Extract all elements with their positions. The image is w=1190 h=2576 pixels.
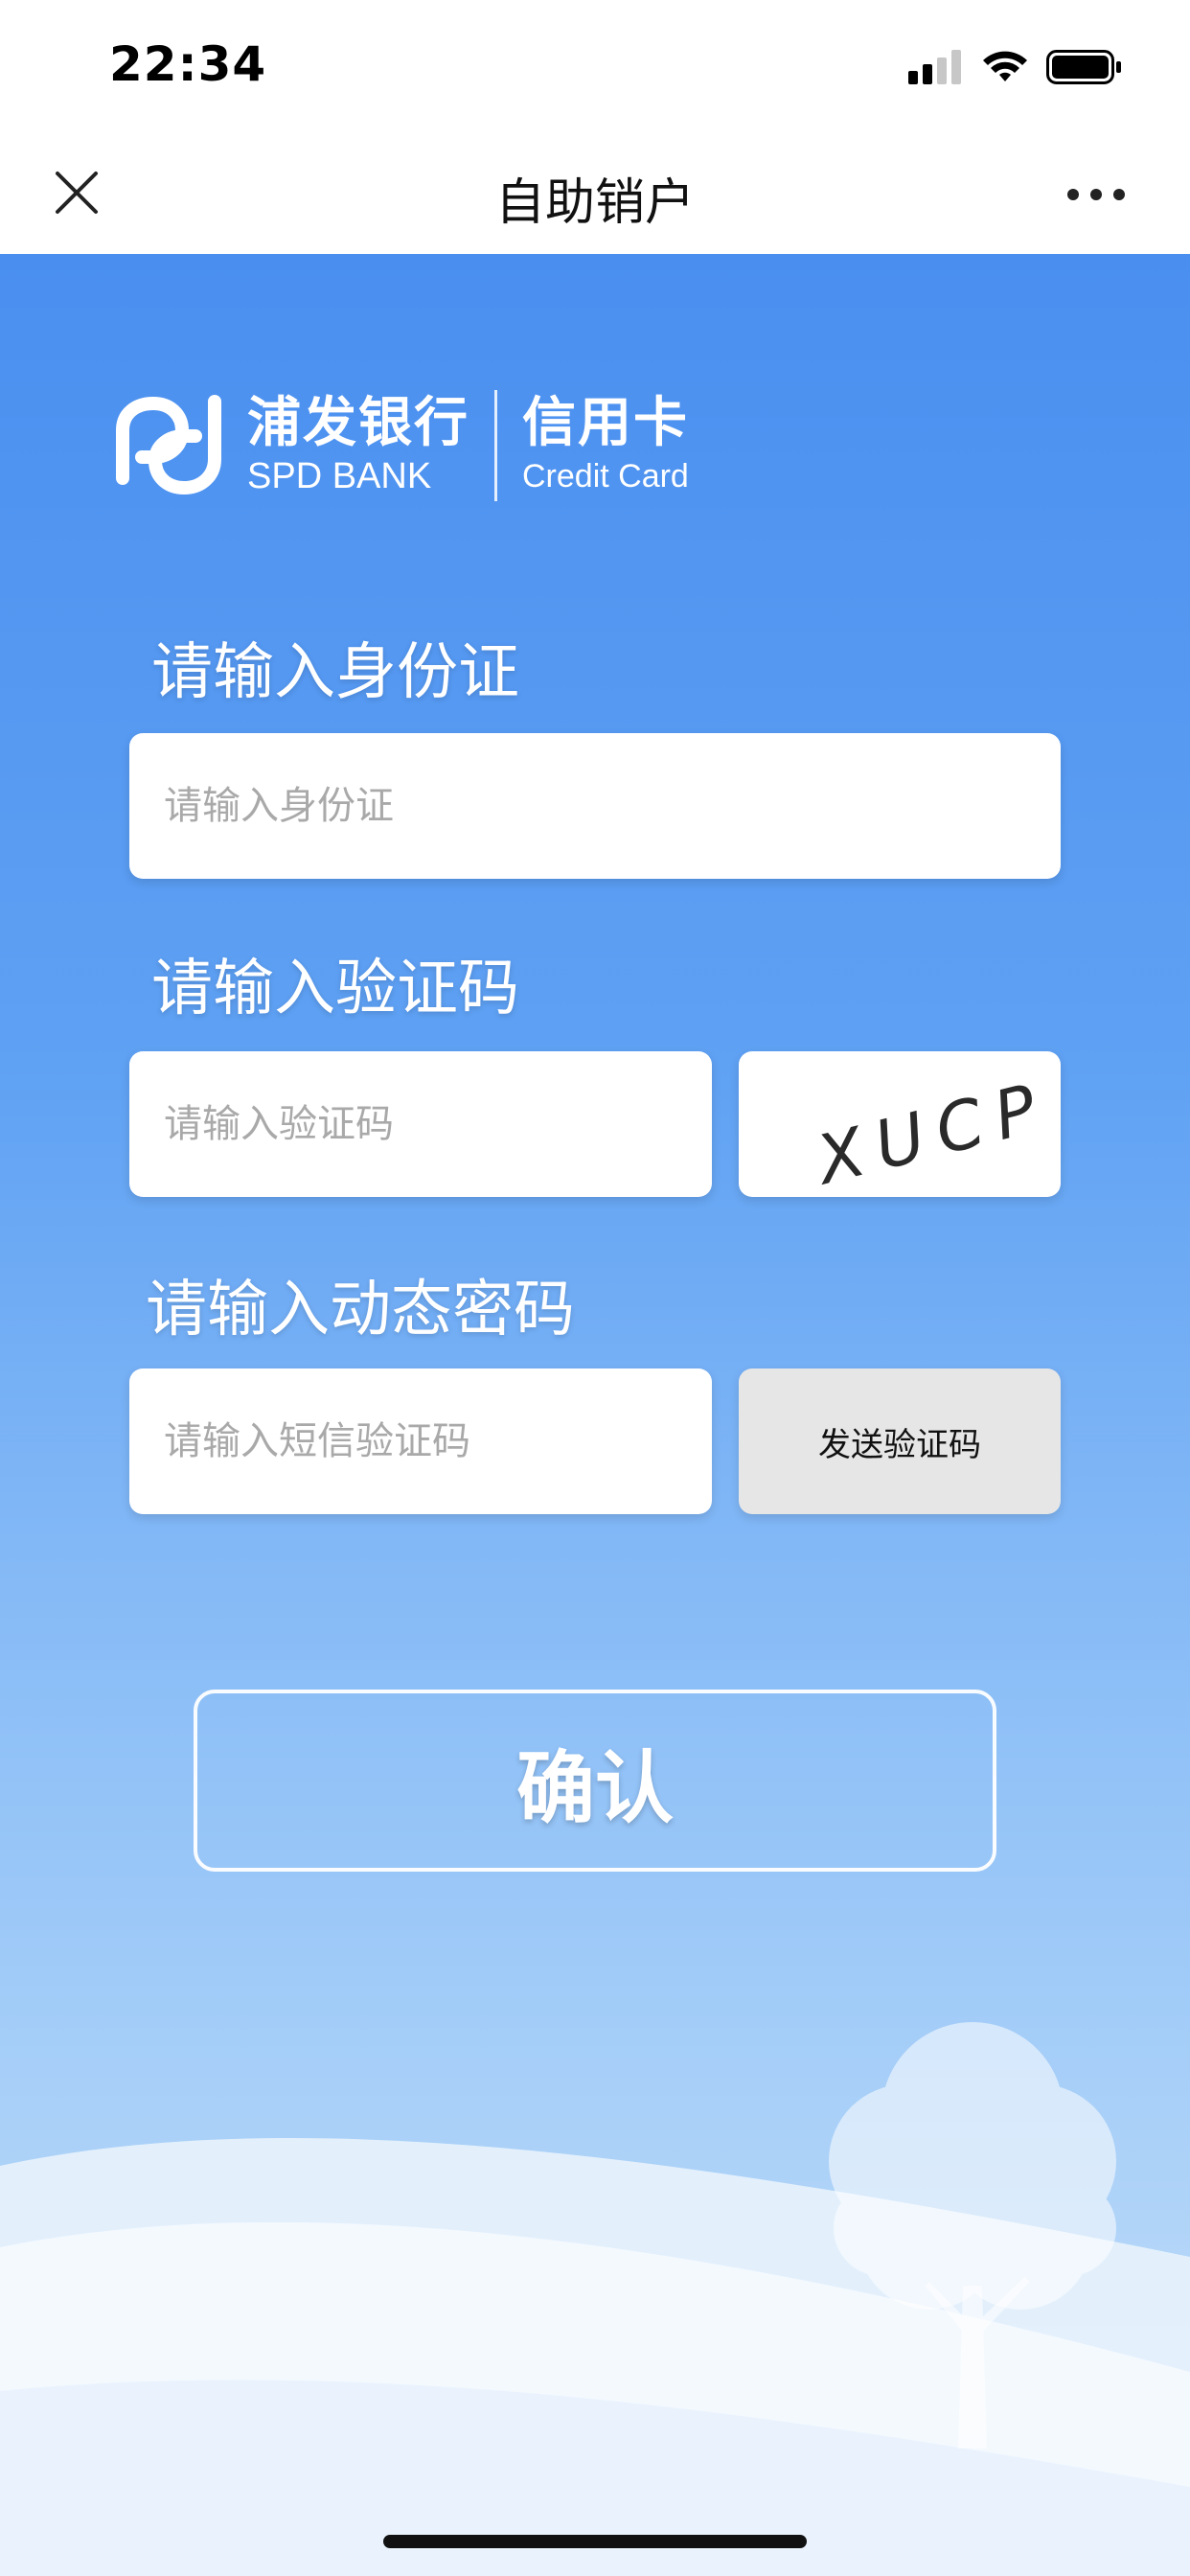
bank-logo: 浦发银行 SPD BANK 信用卡 Credit Card: [115, 379, 689, 513]
otp-label: 请输入动态密码: [146, 1275, 575, 1346]
captcha-label: 请输入验证码: [151, 954, 519, 1024]
nav-bar: 自助销户: [0, 129, 1190, 254]
card-name-cn: 信用卡: [522, 392, 689, 454]
status-icons: [908, 46, 1123, 88]
captcha-graphic: XUCP: [806, 1067, 1058, 1197]
main-content: 浦发银行 SPD BANK 信用卡 Credit Card 请输入身份证 请输入…: [0, 254, 1190, 2576]
confirm-button[interactable]: 确认: [194, 1690, 996, 1872]
page-title: 自助销户: [494, 174, 695, 232]
id-number-input[interactable]: [129, 733, 1061, 879]
captcha-image[interactable]: XUCP: [739, 1051, 1061, 1197]
battery-icon: [1046, 50, 1121, 84]
logo-divider: [494, 390, 497, 501]
id-label: 请输入身份证: [151, 637, 519, 708]
spd-logo-icon: [116, 395, 221, 495]
cellular-signal-icon: [908, 50, 961, 84]
sms-code-input[interactable]: [129, 1368, 712, 1514]
captcha-input[interactable]: [129, 1051, 712, 1197]
status-time: 22:34: [109, 36, 267, 92]
wifi-icon: [983, 51, 1027, 81]
bank-name-en: SPD BANK: [247, 456, 432, 496]
send-code-button[interactable]: 发送验证码: [739, 1368, 1061, 1514]
captcha-text: XUCP: [806, 1067, 1058, 1197]
card-name-en: Credit Card: [522, 458, 689, 494]
status-bar: 22:34: [0, 0, 1190, 129]
home-indicator: [383, 2535, 807, 2548]
more-icon[interactable]: [1039, 175, 1144, 214]
bank-name-cn: 浦发银行: [247, 392, 469, 454]
tree-illustration: [829, 2022, 1116, 2449]
